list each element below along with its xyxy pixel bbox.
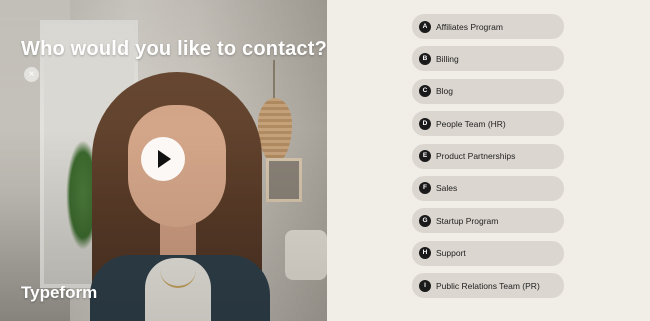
choice-label: Product Partnerships [436,151,516,162]
choice-label: Public Relations Team (PR) [436,280,540,291]
typeform-logo: Typeform [21,283,98,302]
choice-key-badge: I [419,279,431,292]
choice-key-badge: D [419,117,431,130]
choice-option[interactable]: B Billing [412,46,564,72]
choice-key-badge: G [419,214,431,227]
choice-option[interactable]: A Affiliates Program [412,14,564,39]
video-question-title: Who would you like to contact? [21,38,327,60]
choice-key-badge: E [419,150,431,163]
choice-option[interactable]: H Support [412,240,564,266]
choice-key-badge: H [419,247,431,260]
close-icon[interactable]: × [24,67,39,82]
choice-option[interactable]: C Blog [412,78,564,104]
play-icon[interactable] [141,137,185,181]
choice-label: Blog [436,86,454,97]
choice-label: Startup Program [436,215,499,226]
choice-label: Billing [436,53,459,64]
choice-option[interactable]: E Product Partnerships [412,143,564,169]
choice-option[interactable]: G Startup Program [412,208,564,234]
choice-option[interactable]: D People Team (HR) [412,111,564,137]
choice-option[interactable]: I Public Relations Team (PR) [412,273,564,299]
choice-label: Sales [436,183,458,194]
choice-key-badge: F [419,182,431,195]
choice-key-badge: B [419,52,431,65]
video-panel[interactable]: Who would you like to contact? × Typefor… [0,0,327,321]
choice-option[interactable]: F Sales [412,175,564,201]
choice-key-badge: A [419,20,431,33]
choice-key-badge: C [419,85,431,98]
choice-label: Support [436,248,466,259]
choice-label: Affiliates Program [436,21,503,32]
choice-list: A Affiliates Program B Billing C Blog D People … [412,14,564,306]
choice-label: People Team (HR) [436,118,506,129]
